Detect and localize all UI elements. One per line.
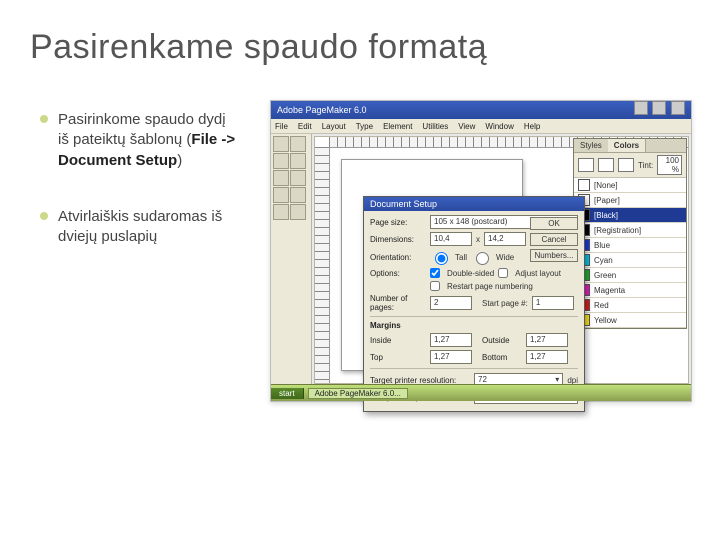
bullet-dot-icon bbox=[40, 115, 48, 123]
color-name: [Paper] bbox=[594, 196, 682, 205]
tool-button[interactable] bbox=[290, 204, 306, 220]
both-swatch-button[interactable] bbox=[618, 158, 634, 172]
window-buttons bbox=[632, 101, 685, 119]
tab-colors[interactable]: Colors bbox=[608, 139, 646, 152]
color-row[interactable]: [None] bbox=[574, 178, 686, 193]
menubar: File Edit Layout Type Element Utilities … bbox=[271, 119, 691, 134]
tool-button[interactable] bbox=[273, 170, 289, 186]
options-label: Options: bbox=[370, 269, 426, 278]
ok-button[interactable]: OK bbox=[530, 217, 578, 230]
color-name: Cyan bbox=[594, 256, 682, 265]
orientation-tall-radio[interactable] bbox=[435, 252, 448, 265]
color-name: Blue bbox=[594, 241, 682, 250]
color-row[interactable]: Red bbox=[574, 298, 686, 313]
tool-button[interactable] bbox=[273, 204, 289, 220]
tool-button[interactable] bbox=[273, 187, 289, 203]
tool-palette bbox=[271, 134, 312, 386]
bullet-text: Pasirinkome spaudo dydį iš pateiktų šabl… bbox=[58, 110, 240, 171]
bullet-item: Atvirlaiškis sudaromas iš dviejų puslapi… bbox=[40, 207, 240, 248]
orientation-label: Orientation: bbox=[370, 253, 426, 262]
close-icon[interactable] bbox=[671, 101, 685, 115]
slide: Pasirenkame spaudo formatą Pasirinkome s… bbox=[0, 0, 720, 540]
menu-item[interactable]: Help bbox=[524, 122, 540, 131]
menu-item[interactable]: Layout bbox=[322, 122, 346, 131]
color-name: Green bbox=[594, 271, 682, 280]
margins-heading: Margins bbox=[370, 321, 401, 330]
cancel-button[interactable]: Cancel bbox=[530, 233, 578, 246]
start-button[interactable]: start bbox=[271, 388, 304, 399]
app-titlebar: Adobe PageMaker 6.0 bbox=[271, 101, 691, 119]
menu-item[interactable]: Window bbox=[485, 122, 513, 131]
color-list: [None] [Paper] [Black] [Registration] Blue Cy… bbox=[574, 178, 686, 328]
maximize-icon[interactable] bbox=[652, 101, 666, 115]
margin-outside-field[interactable]: 1,27 bbox=[526, 333, 568, 347]
width-field[interactable]: 10,4 bbox=[430, 232, 472, 246]
tool-button[interactable] bbox=[290, 153, 306, 169]
tool-button[interactable] bbox=[290, 136, 306, 152]
stroke-swatch-button[interactable] bbox=[578, 158, 594, 172]
tool-button[interactable] bbox=[290, 187, 306, 203]
document-setup-dialog: Document Setup OK Cancel Numbers... Page… bbox=[363, 196, 585, 412]
colors-panel: Styles Colors Tint: 100 % [None][Paper][… bbox=[573, 138, 687, 329]
color-name: Magenta bbox=[594, 286, 682, 295]
height-field[interactable]: 14,2 bbox=[484, 232, 526, 246]
tool-button[interactable] bbox=[290, 170, 306, 186]
adjust-layout-checkbox[interactable] bbox=[498, 268, 508, 278]
fill-swatch-button[interactable] bbox=[598, 158, 614, 172]
page-size-label: Page size: bbox=[370, 218, 426, 227]
color-name: [None] bbox=[594, 181, 682, 190]
color-row[interactable]: [Black] bbox=[574, 208, 686, 223]
ruler-vertical bbox=[315, 147, 330, 383]
color-row[interactable]: Cyan bbox=[574, 253, 686, 268]
double-sided-checkbox[interactable] bbox=[430, 268, 440, 278]
color-row[interactable]: Yellow bbox=[574, 313, 686, 328]
tint-label: Tint: bbox=[638, 161, 653, 170]
panel-tabs: Styles Colors bbox=[574, 139, 686, 153]
slide-title: Pasirenkame spaudo formatą bbox=[30, 28, 487, 67]
numbers-button[interactable]: Numbers... bbox=[530, 249, 578, 262]
menu-item[interactable]: Element bbox=[383, 122, 412, 131]
margin-inside-field[interactable]: 1,27 bbox=[430, 333, 472, 347]
app-title: Adobe PageMaker 6.0 bbox=[277, 101, 367, 119]
menu-item[interactable]: View bbox=[458, 122, 475, 131]
start-page-field[interactable]: 1 bbox=[532, 296, 574, 310]
bullet-list: Pasirinkome spaudo dydį iš pateiktų šabl… bbox=[40, 110, 240, 283]
menu-item[interactable]: Utilities bbox=[422, 122, 448, 131]
tint-field[interactable]: 100 % bbox=[657, 155, 682, 175]
menu-item[interactable]: File bbox=[275, 122, 288, 131]
taskbar: start Adobe PageMaker 6.0... bbox=[271, 384, 691, 401]
color-row[interactable]: Magenta bbox=[574, 283, 686, 298]
color-swatch-icon bbox=[578, 179, 590, 191]
restart-numbering-checkbox[interactable] bbox=[430, 281, 440, 291]
margin-bottom-field[interactable]: 1,27 bbox=[526, 350, 568, 364]
bullet-text: Atvirlaiškis sudaromas iš dviejų puslapi… bbox=[58, 207, 240, 248]
num-pages-label: Number of pages: bbox=[370, 294, 426, 312]
bullet-dot-icon bbox=[40, 212, 48, 220]
dialog-title: Document Setup bbox=[364, 197, 584, 211]
tool-button[interactable] bbox=[273, 136, 289, 152]
color-name: Red bbox=[594, 301, 682, 310]
dimensions-label: Dimensions: bbox=[370, 235, 426, 244]
bullet-item: Pasirinkome spaudo dydį iš pateiktų šabl… bbox=[40, 110, 240, 171]
tool-button[interactable] bbox=[273, 153, 289, 169]
color-name: Yellow bbox=[594, 316, 682, 325]
app-body: Styles Colors Tint: 100 % [None][Paper][… bbox=[271, 134, 691, 386]
taskbar-item[interactable]: Adobe PageMaker 6.0... bbox=[308, 388, 408, 399]
minimize-icon[interactable] bbox=[634, 101, 648, 115]
color-name: [Black] bbox=[594, 211, 682, 220]
color-row[interactable]: [Registration] bbox=[574, 223, 686, 238]
num-pages-field[interactable]: 2 bbox=[430, 296, 472, 310]
color-row[interactable]: Green bbox=[574, 268, 686, 283]
menu-item[interactable]: Type bbox=[356, 122, 373, 131]
start-page-label: Start page #: bbox=[482, 299, 528, 308]
color-row[interactable]: [Paper] bbox=[574, 193, 686, 208]
orientation-wide-radio[interactable] bbox=[476, 252, 489, 265]
app-screenshot: Adobe PageMaker 6.0 File Edit Layout Typ… bbox=[270, 100, 692, 402]
tab-styles[interactable]: Styles bbox=[574, 139, 608, 152]
margin-top-field[interactable]: 1,27 bbox=[430, 350, 472, 364]
color-row[interactable]: Blue bbox=[574, 238, 686, 253]
color-name: [Registration] bbox=[594, 226, 682, 235]
menu-item[interactable]: Edit bbox=[298, 122, 312, 131]
